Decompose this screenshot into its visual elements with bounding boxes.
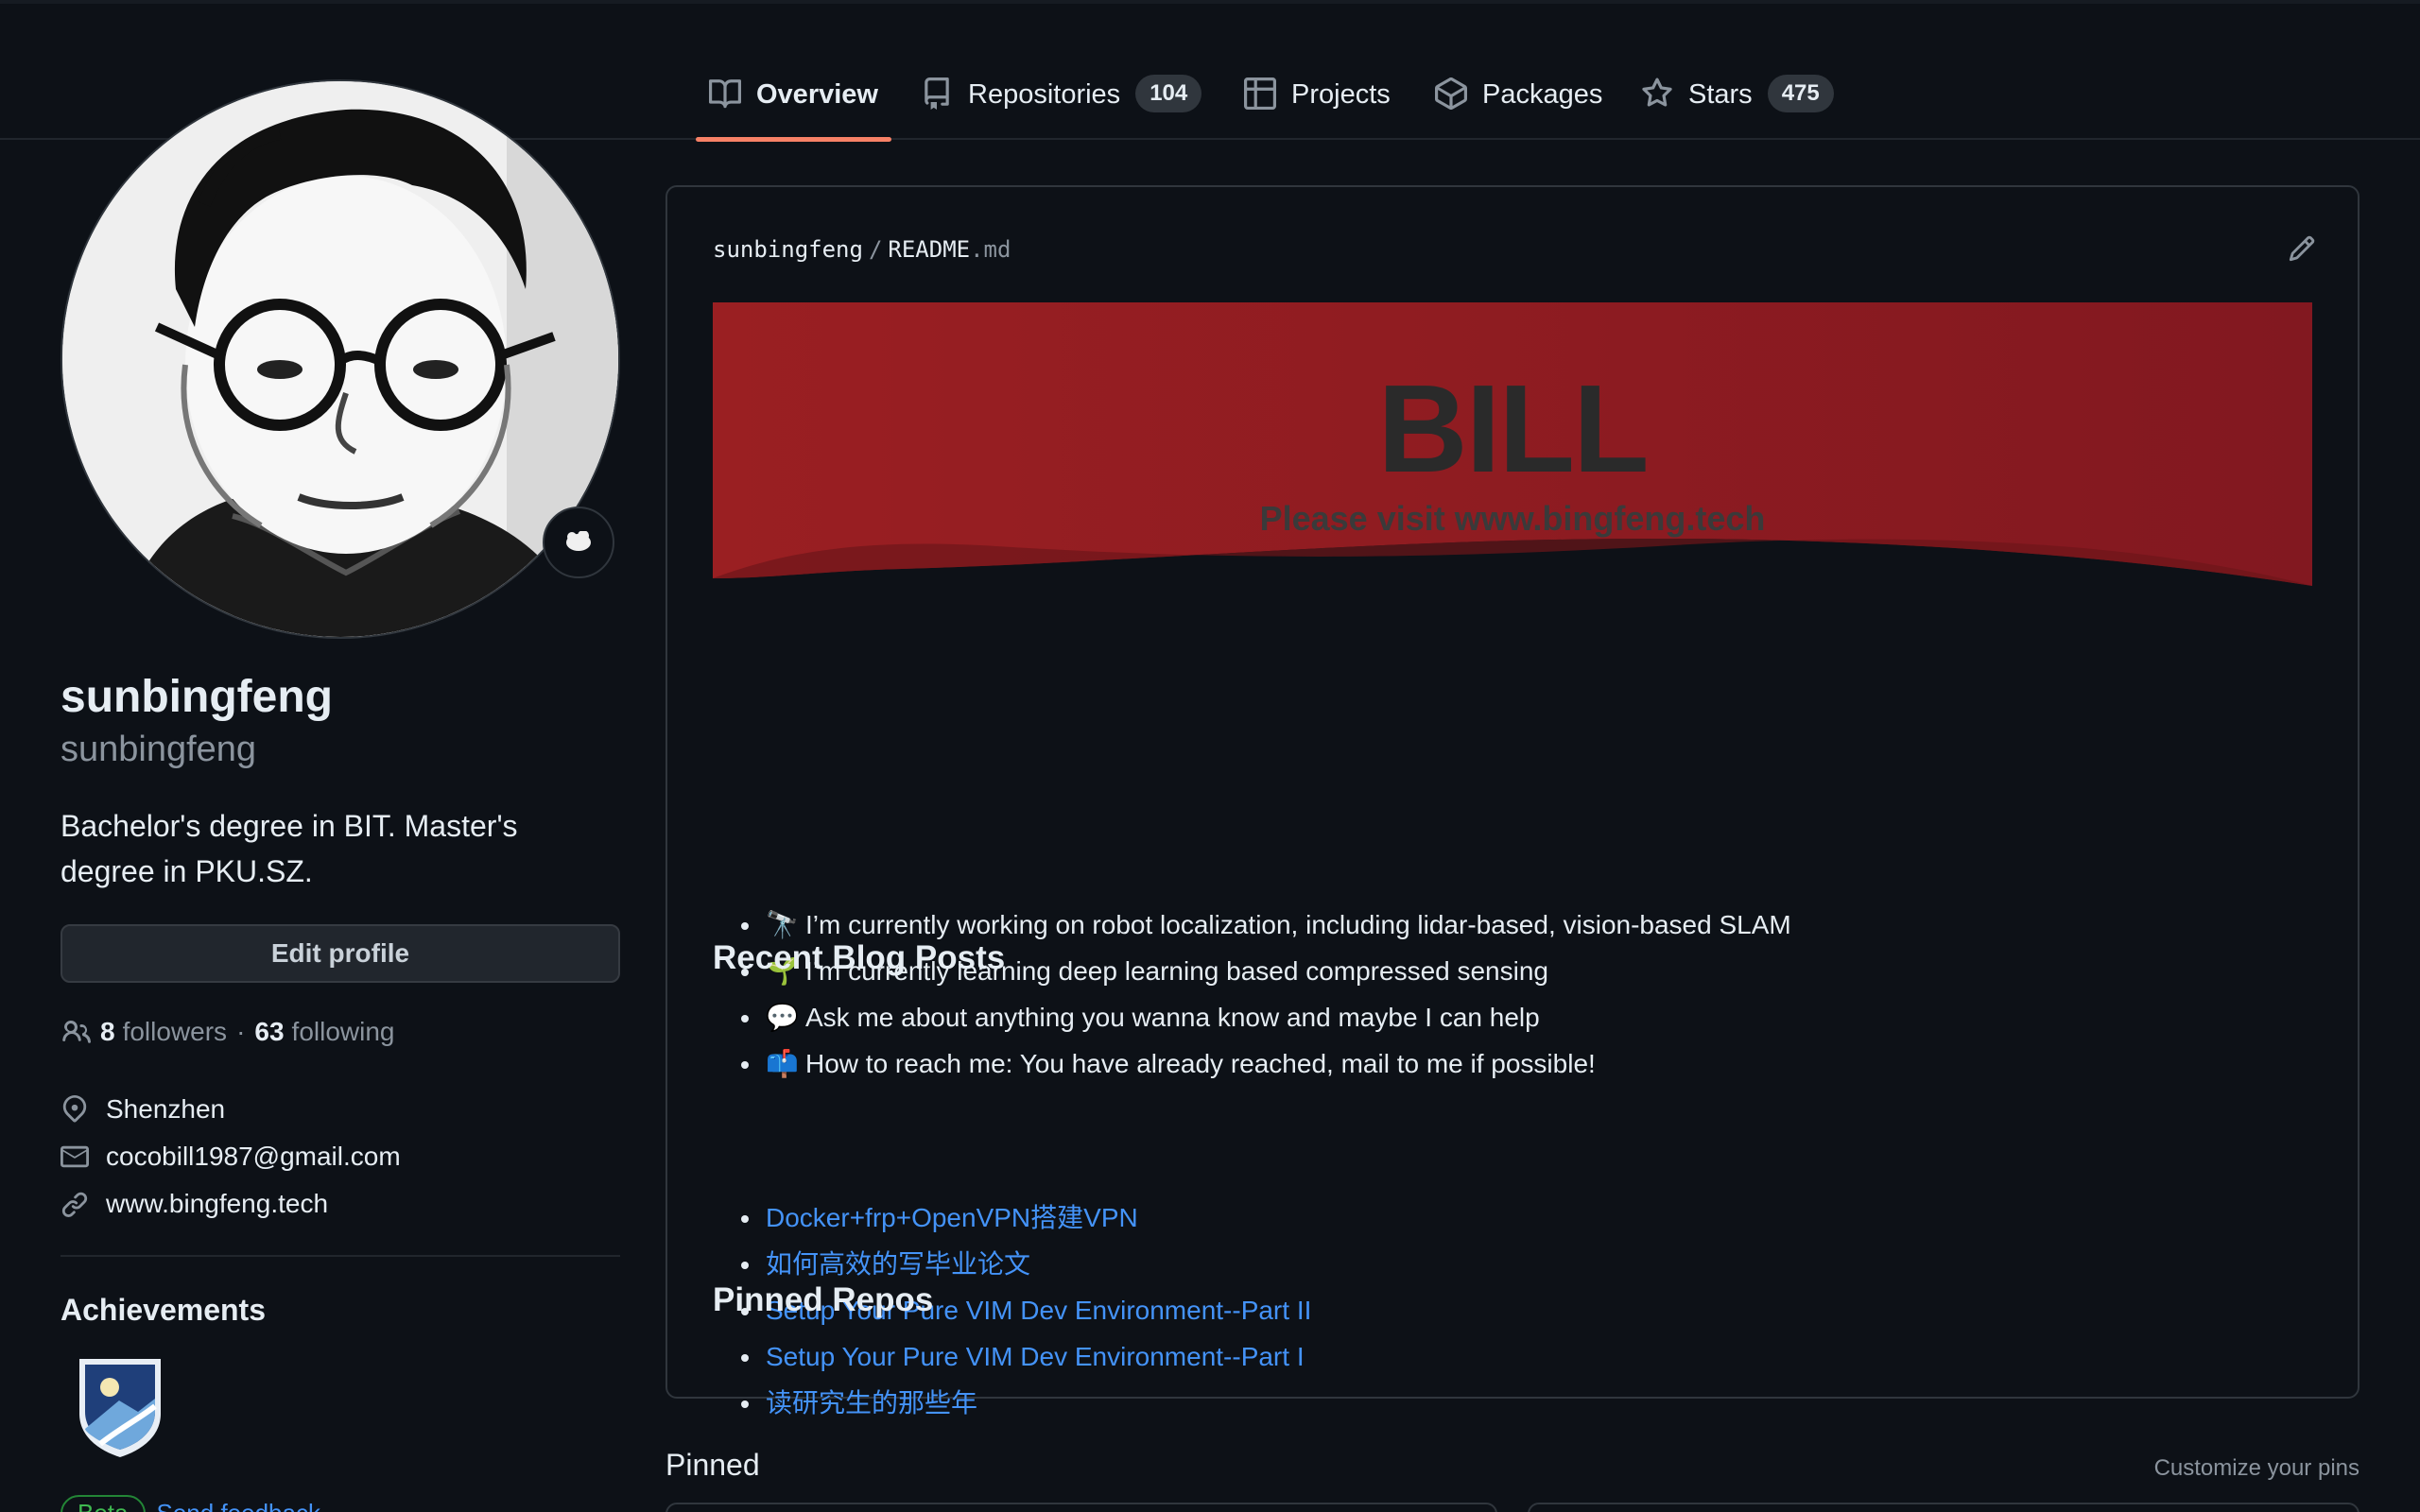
blog-posts-heading: Recent Blog Posts [713, 939, 1006, 976]
readme-owner[interactable]: sunbingfeng [713, 236, 863, 263]
profile-display-name: sunbingfeng [60, 672, 333, 722]
mail-icon [60, 1145, 89, 1168]
follow-separator: · [236, 1017, 246, 1046]
followers-count: 8 [100, 1017, 115, 1046]
send-feedback-link[interactable]: Send feedback [157, 1499, 320, 1512]
list-item: 💬 Ask me about anything you wanna know an… [713, 994, 1791, 1040]
location-icon [62, 1095, 87, 1123]
pinned-repo-card[interactable] [1528, 1503, 2360, 1512]
repo-count-badge: 104 [1135, 75, 1202, 112]
readme-banner: BILL Please visit www.bingfeng.tech [713, 302, 2312, 586]
list-item-text: Ask me about anything you wanna know and… [805, 1003, 1540, 1032]
avatar-portrait [62, 81, 618, 637]
website-link[interactable]: www.bingfeng.tech [106, 1189, 328, 1219]
following-link[interactable]: 63 following [254, 1017, 394, 1047]
followers-link[interactable]: 8 followers [100, 1017, 227, 1047]
tab-label: Repositories [968, 79, 1121, 110]
package-icon [1435, 77, 1467, 110]
list-item: 📫 How to reach me: You have already reach… [713, 1040, 1791, 1087]
mailbox-icon: 📫 [766, 1048, 799, 1079]
followers-label: followers [122, 1017, 228, 1046]
book-icon [709, 79, 741, 109]
list-item: 如何高效的写毕业论文 [713, 1241, 1311, 1287]
list-item-text: I’m currently working on robot localizat… [805, 910, 1791, 939]
status-emoji-icon [566, 531, 591, 551]
readme-card: sunbingfeng / README.md BILL Please visit … [666, 185, 2360, 1418]
tab-projects[interactable]: Projects [1244, 59, 1391, 140]
tab-repositories[interactable]: Repositories 104 [921, 59, 1202, 140]
readme-path: sunbingfeng / README.md [713, 236, 1011, 263]
blog-post-link[interactable]: Setup Your Pure VIM Dev Environment--Par… [766, 1342, 1305, 1371]
email-item[interactable]: cocobill1987@gmail.com [60, 1142, 401, 1172]
website-item[interactable]: www.bingfeng.tech [60, 1189, 328, 1219]
path-separator: / [868, 236, 883, 263]
list-item: Docker+frp+OpenVPN搭建VPN [713, 1194, 1311, 1241]
list-item: Setup Your Pure VIM Dev Environment--Par… [713, 1333, 1311, 1380]
people-icon [62, 1020, 91, 1043]
readme-ext: .md [970, 236, 1011, 263]
email-link[interactable]: cocobill1987@gmail.com [106, 1142, 401, 1172]
following-label: following [291, 1017, 395, 1046]
edit-profile-button[interactable]: Edit profile [60, 924, 620, 983]
banner-subtitle: Please visit www.bingfeng.tech [1259, 499, 1766, 538]
star-icon [1642, 77, 1672, 107]
tab-label: Stars [1688, 79, 1753, 110]
sidebar-divider [60, 1255, 620, 1257]
table-icon [1244, 77, 1276, 110]
location-text: Shenzhen [106, 1094, 226, 1124]
tab-label: Overview [756, 79, 878, 110]
pinned-heading: Pinned [666, 1448, 760, 1482]
achievement-badge-icon[interactable] [72, 1353, 168, 1459]
pinned-repos-heading: Pinned Repos [713, 1281, 934, 1318]
following-count: 63 [254, 1017, 285, 1046]
list-item-text: How to reach me: You have already reache… [805, 1049, 1596, 1078]
status-button[interactable] [543, 507, 614, 578]
about-list: 🔭 I’m currently working on robot localiza… [713, 902, 1791, 1087]
beta-label: Beta [60, 1495, 146, 1512]
tab-label: Projects [1291, 79, 1391, 110]
tab-label: Packages [1482, 79, 1603, 110]
stars-count-badge: 475 [1767, 75, 1834, 112]
repo-icon [925, 77, 949, 110]
blog-post-link[interactable]: 读研究生的那些年 [766, 1388, 977, 1418]
speech-bubble-icon: 💬 [766, 1002, 799, 1033]
banner-title: BILL [1377, 359, 1649, 498]
achievements-heading: Achievements [60, 1293, 266, 1327]
blog-post-link[interactable]: 如何高效的写毕业论文 [766, 1249, 1030, 1279]
customize-pins-link[interactable]: Customize your pins [2154, 1455, 2360, 1482]
avatar[interactable] [60, 79, 620, 639]
profile-username: sunbingfeng [60, 730, 257, 769]
tab-overview[interactable]: Overview [696, 59, 891, 142]
blog-post-link[interactable]: Docker+frp+OpenVPN搭建VPN [766, 1203, 1138, 1232]
follow-stats: 8 followers · 63 following [60, 1017, 395, 1047]
list-item: 读研究生的那些年 [713, 1380, 1311, 1426]
link-icon [61, 1192, 88, 1217]
readme-file[interactable]: README [888, 236, 970, 263]
profile-bio: Bachelor's degree in BIT. Master's degre… [60, 809, 518, 888]
pencil-icon[interactable] [2288, 234, 2316, 263]
location-item: Shenzhen [60, 1094, 225, 1125]
tab-packages[interactable]: Packages [1435, 59, 1602, 140]
tab-stars[interactable]: Stars 475 [1641, 59, 1834, 140]
pinned-repo-card[interactable] [666, 1503, 1497, 1512]
beta-feedback-row: Beta Send feedback [60, 1495, 320, 1512]
